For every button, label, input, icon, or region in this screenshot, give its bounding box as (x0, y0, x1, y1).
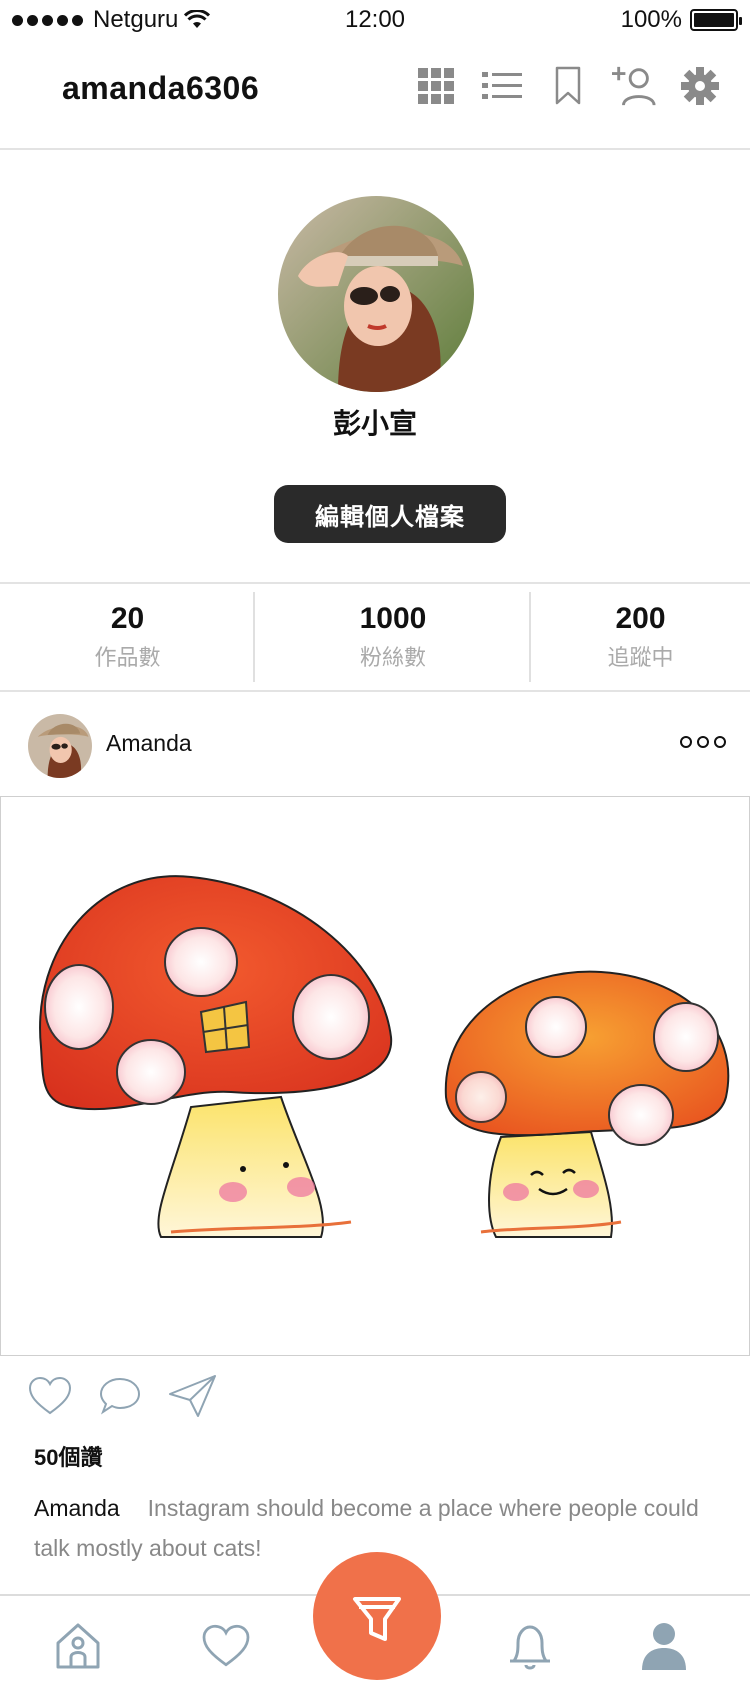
post-author-name[interactable]: Amanda (106, 730, 192, 757)
heart-nav-icon[interactable] (196, 1616, 256, 1676)
profile-avatar[interactable] (278, 196, 474, 392)
battery-icon (690, 9, 742, 31)
username-title: amanda6306 (62, 70, 260, 106)
stat-label: 作品數 (94, 645, 161, 670)
post-header: Amanda (0, 692, 750, 796)
more-options-icon[interactable] (680, 736, 726, 748)
add-user-icon[interactable] (612, 64, 656, 108)
heart-icon[interactable] (28, 1376, 72, 1421)
grid-icon[interactable] (414, 64, 458, 108)
profile-icon[interactable] (634, 1616, 694, 1676)
stat-following[interactable]: 200 追蹤中 (531, 584, 750, 690)
post-actions (28, 1374, 218, 1423)
stat-followers[interactable]: 1000 粉絲數 (255, 584, 531, 690)
gear-icon[interactable] (678, 64, 722, 108)
bottom-nav (0, 1552, 750, 1700)
filter-icon[interactable] (313, 1552, 441, 1680)
list-icon[interactable] (480, 64, 524, 108)
stat-label: 粉絲數 (359, 645, 426, 670)
caption-text: Instagram should become a place where pe… (34, 1495, 699, 1561)
profile-section: 彭小宣 編輯個人檔案 (0, 150, 750, 582)
profile-header: amanda6306 (0, 40, 750, 150)
stat-value: 200 (615, 602, 666, 635)
comment-icon[interactable] (98, 1376, 142, 1421)
bell-icon[interactable] (500, 1616, 560, 1676)
bookmark-icon[interactable] (546, 64, 590, 108)
header-actions (414, 64, 722, 108)
stat-posts[interactable]: 20 作品數 (0, 584, 255, 690)
stat-value: 20 (110, 602, 145, 635)
display-name: 彭小宣 (332, 408, 417, 439)
caption-author[interactable]: Amanda (34, 1495, 120, 1521)
stat-value: 1000 (359, 602, 427, 635)
stats-bar: 20 作品數 1000 粉絲數 200 追蹤中 (0, 582, 750, 692)
stat-label: 追蹤中 (607, 645, 674, 670)
home-icon[interactable] (48, 1616, 108, 1676)
likes-count[interactable]: 50個讚 (34, 1440, 102, 1472)
share-icon[interactable] (168, 1374, 218, 1423)
battery-group: 100% (620, 6, 742, 34)
post-author-avatar[interactable] (28, 714, 92, 778)
edit-profile-button[interactable]: 編輯個人檔案 (274, 485, 506, 543)
post-image[interactable] (0, 796, 750, 1356)
battery-percent: 100% (620, 6, 682, 33)
status-bar: Netguru 12:00 100% (0, 0, 750, 40)
